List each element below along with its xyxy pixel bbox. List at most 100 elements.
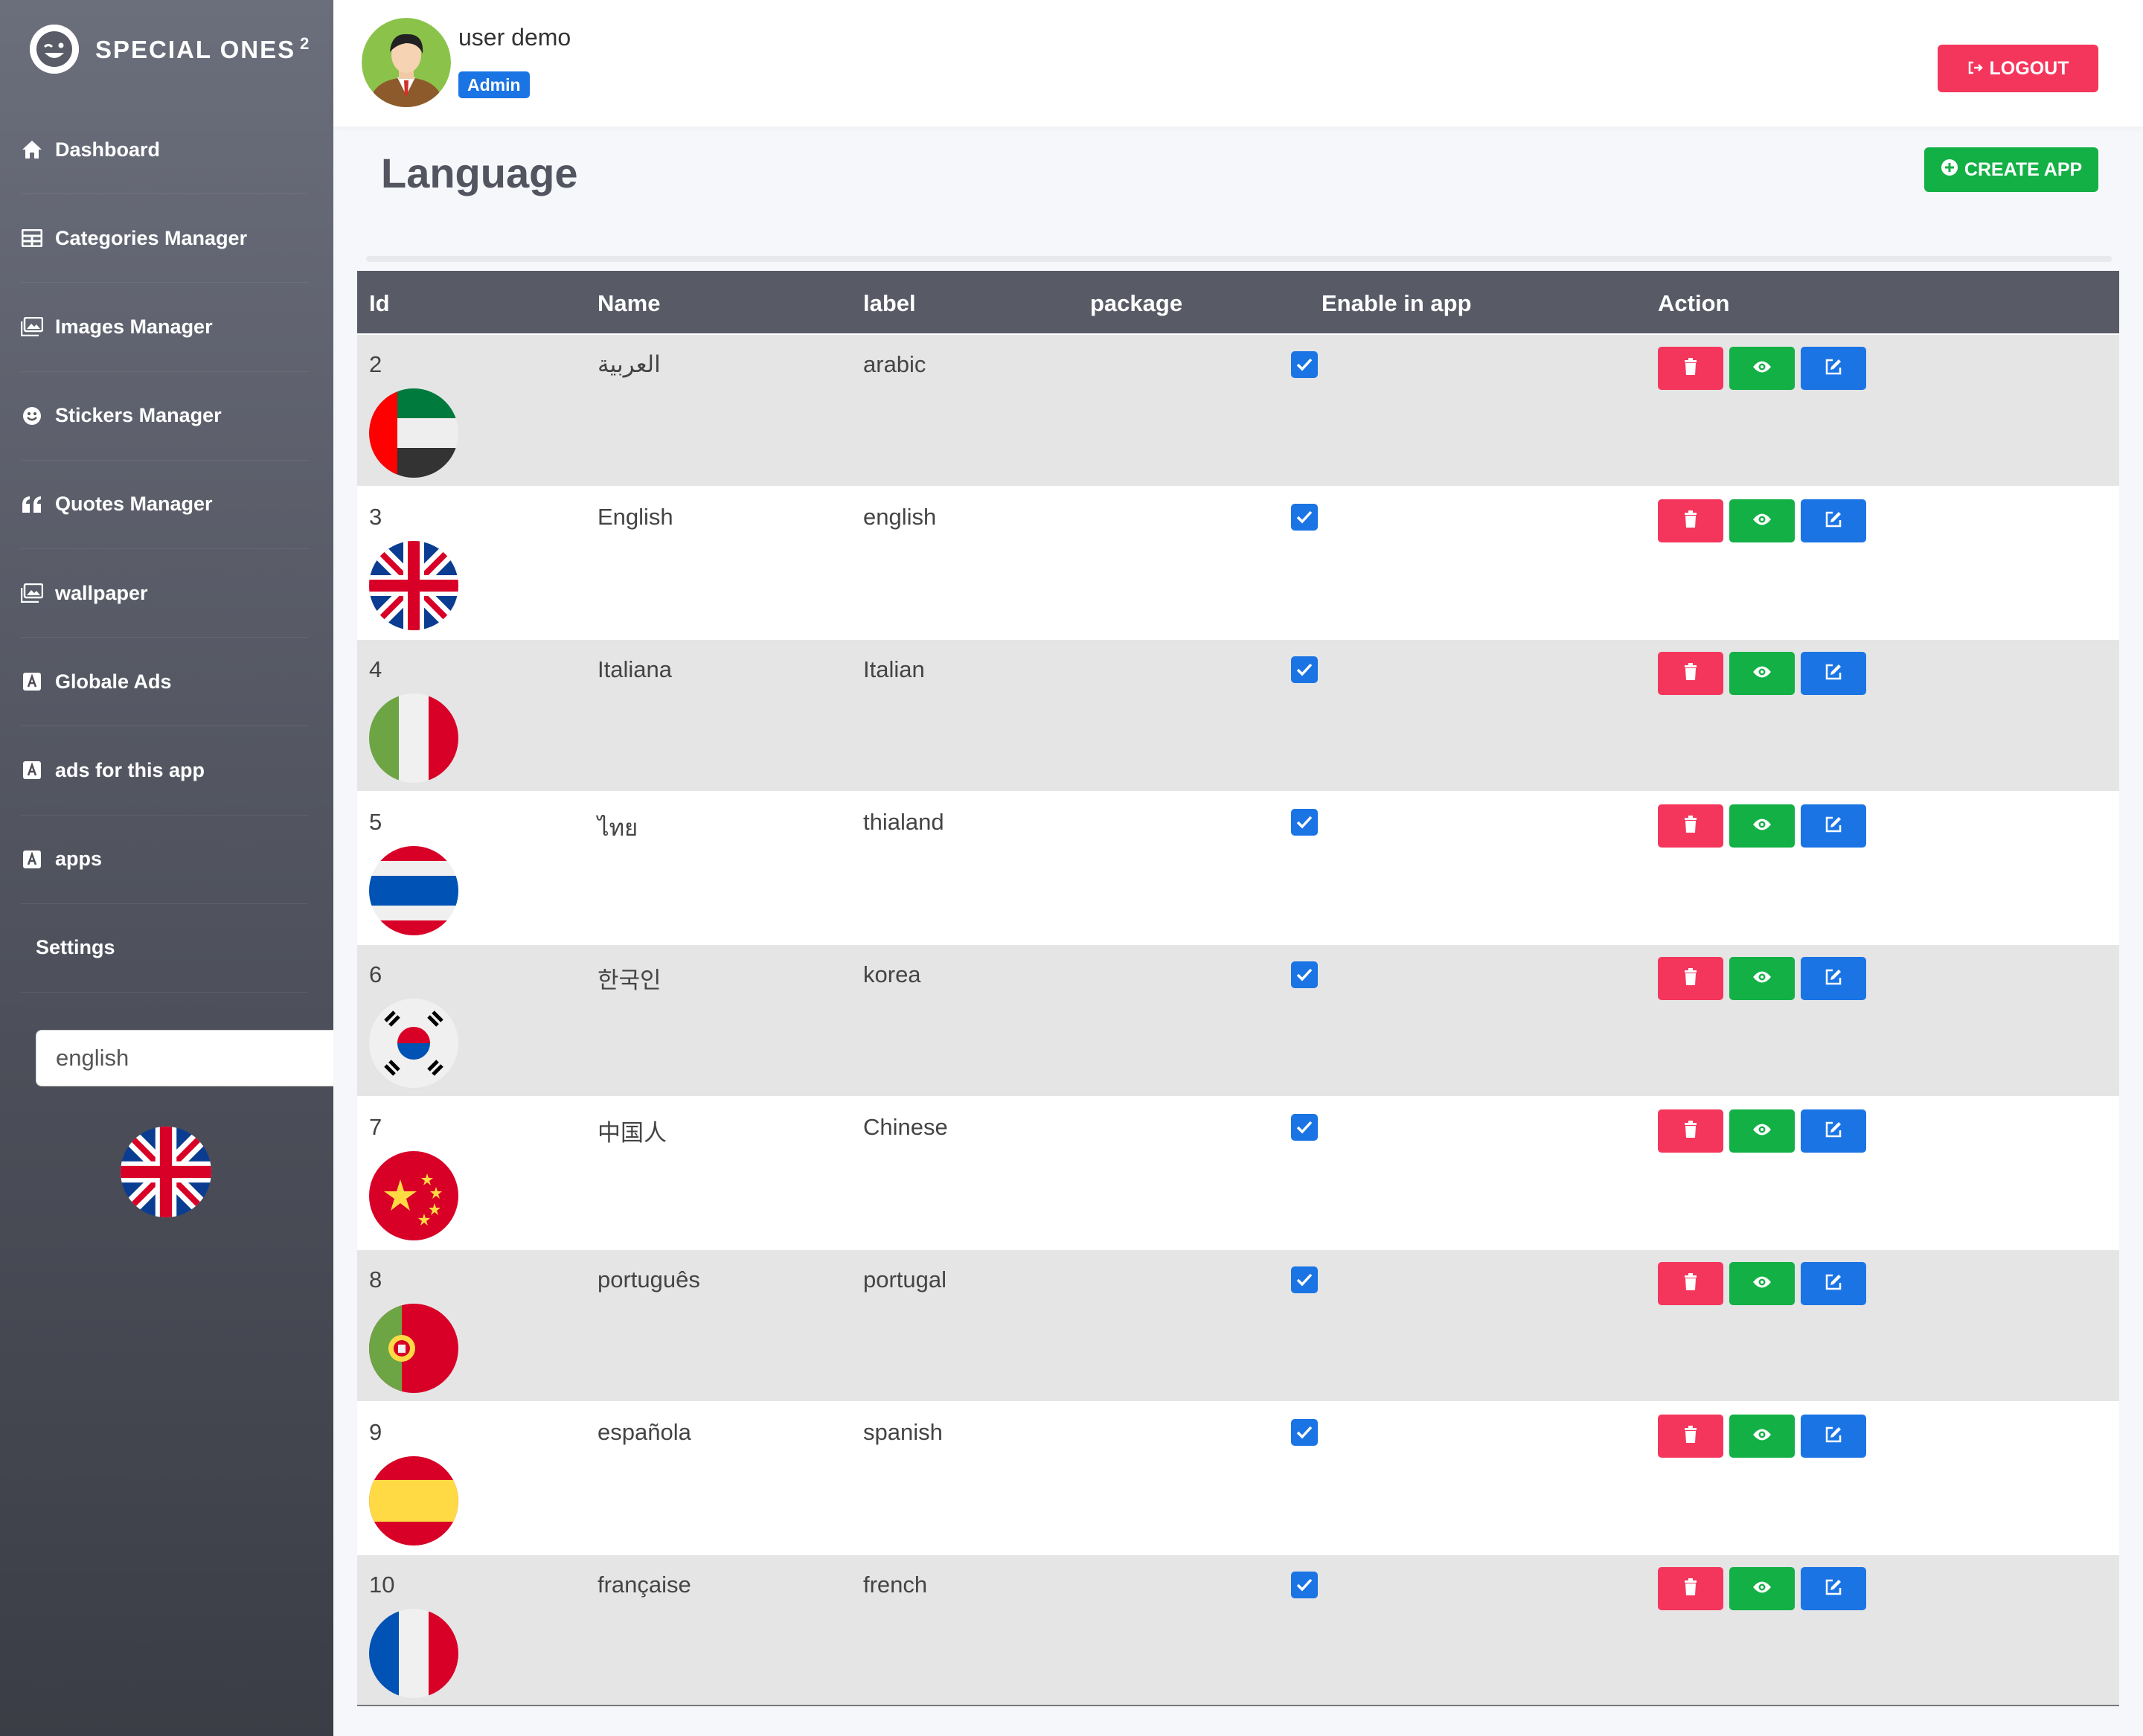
edit-icon xyxy=(1825,1121,1842,1142)
sidebar-item-apps[interactable]: apps xyxy=(21,816,308,904)
sidebar-nav: Dashboard Categories Manager Images Mana… xyxy=(21,106,308,993)
sidebar-item-dashboard[interactable]: Dashboard xyxy=(21,106,308,195)
cell-name: English xyxy=(598,504,673,530)
create-app-label: CREATE APP xyxy=(1964,158,2083,180)
row-actions xyxy=(1658,1567,1866,1610)
china-flag-icon xyxy=(369,1151,458,1240)
uae-flag-icon xyxy=(369,388,458,478)
enable-checkbox[interactable] xyxy=(1291,1266,1318,1293)
wink-logo-icon xyxy=(30,25,79,74)
column-header-id[interactable]: Id xyxy=(369,290,390,317)
enable-checkbox[interactable] xyxy=(1291,1114,1318,1141)
delete-button[interactable] xyxy=(1658,347,1723,390)
view-button[interactable] xyxy=(1729,1415,1795,1458)
edit-button[interactable] xyxy=(1801,1109,1866,1153)
sidebar-item-stickers[interactable]: Stickers Manager xyxy=(21,372,308,461)
cell-label: thialand xyxy=(863,809,944,835)
enable-checkbox[interactable] xyxy=(1291,504,1318,531)
ad-icon xyxy=(21,759,43,781)
edit-button[interactable] xyxy=(1801,1567,1866,1610)
edit-icon xyxy=(1825,968,1842,990)
table-row: 3 English english xyxy=(357,486,2119,638)
cell-id: 2 xyxy=(369,351,382,377)
delete-button[interactable] xyxy=(1658,1567,1723,1610)
edit-button[interactable] xyxy=(1801,804,1866,848)
eye-icon xyxy=(1752,513,1772,530)
language-select[interactable] xyxy=(36,1030,333,1086)
enable-checkbox[interactable] xyxy=(1291,961,1318,988)
sidebar-item-label: Images Manager xyxy=(55,315,213,338)
cell-name: française xyxy=(598,1572,691,1598)
view-button[interactable] xyxy=(1729,499,1795,542)
uk-flag-icon xyxy=(369,541,458,630)
enable-checkbox[interactable] xyxy=(1291,656,1318,683)
enable-checkbox[interactable] xyxy=(1291,1419,1318,1446)
ad-icon xyxy=(21,848,43,871)
sidebar-item-categories[interactable]: Categories Manager xyxy=(21,194,308,284)
sidebar-item-label: ads for this app xyxy=(55,758,205,781)
row-actions xyxy=(1658,499,1866,542)
delete-button[interactable] xyxy=(1658,1109,1723,1153)
delete-button[interactable] xyxy=(1658,1262,1723,1305)
column-header-label[interactable]: label xyxy=(863,290,916,317)
brand[interactable]: SPECIAL ONES 2 xyxy=(30,25,311,74)
cell-name: española xyxy=(598,1419,691,1445)
edit-button[interactable] xyxy=(1801,499,1866,542)
sidebar-item-images[interactable]: Images Manager xyxy=(21,283,308,372)
eye-icon xyxy=(1752,665,1772,682)
table-icon xyxy=(21,227,43,249)
view-button[interactable] xyxy=(1729,1262,1795,1305)
table-header: Id Name label package Enable in app Acti… xyxy=(357,271,2119,333)
view-button[interactable] xyxy=(1729,347,1795,390)
trash-icon xyxy=(1683,967,1698,990)
delete-button[interactable] xyxy=(1658,804,1723,848)
sidebar-item-settings[interactable]: Settings xyxy=(21,904,308,993)
eye-icon xyxy=(1752,818,1772,835)
view-button[interactable] xyxy=(1729,652,1795,695)
delete-button[interactable] xyxy=(1658,957,1723,1000)
edit-button[interactable] xyxy=(1801,1415,1866,1458)
view-button[interactable] xyxy=(1729,957,1795,1000)
eye-icon xyxy=(1752,1275,1772,1293)
row-actions xyxy=(1658,957,1866,1000)
edit-button[interactable] xyxy=(1801,347,1866,390)
edit-button[interactable] xyxy=(1801,957,1866,1000)
sidebar-item-quotes[interactable]: Quotes Manager xyxy=(21,461,308,549)
edit-icon xyxy=(1825,1578,1842,1600)
view-button[interactable] xyxy=(1729,1567,1795,1610)
row-actions xyxy=(1658,804,1866,848)
enable-checkbox[interactable] xyxy=(1291,1572,1318,1598)
table-row: 8 português portugal xyxy=(357,1249,2119,1401)
view-button[interactable] xyxy=(1729,1109,1795,1153)
sidebar-item-globale-ads[interactable]: Globale Ads xyxy=(21,638,308,727)
trash-icon xyxy=(1683,815,1698,837)
edit-button[interactable] xyxy=(1801,652,1866,695)
edit-button[interactable] xyxy=(1801,1262,1866,1305)
cell-id: 10 xyxy=(369,1572,395,1598)
column-header-name[interactable]: Name xyxy=(598,290,660,317)
logout-button[interactable]: LOGOUT xyxy=(1938,45,2098,92)
enable-checkbox[interactable] xyxy=(1291,351,1318,378)
create-app-button[interactable]: CREATE APP xyxy=(1924,147,2098,192)
view-button[interactable] xyxy=(1729,804,1795,848)
trash-icon xyxy=(1683,1272,1698,1295)
delete-button[interactable] xyxy=(1658,499,1723,542)
column-header-action[interactable]: Action xyxy=(1658,290,1729,317)
delete-button[interactable] xyxy=(1658,1415,1723,1458)
column-header-enable-in-app[interactable]: Enable in app xyxy=(1322,290,1472,317)
sidebar-item-wallpaper[interactable]: wallpaper xyxy=(21,549,308,638)
cell-name: português xyxy=(598,1266,700,1293)
cell-id: 4 xyxy=(369,656,382,682)
sidebar-item-label: Settings xyxy=(36,936,115,959)
trash-icon xyxy=(1683,1120,1698,1142)
enable-checkbox[interactable] xyxy=(1291,809,1318,836)
sidebar-item-label: wallpaper xyxy=(55,581,148,604)
brand-title: SPECIAL ONES 2 xyxy=(95,34,311,63)
avatar[interactable] xyxy=(362,18,451,107)
sidebar-item-ads-for-this-app[interactable]: ads for this app xyxy=(21,726,308,816)
column-header-package[interactable]: package xyxy=(1090,290,1182,317)
ad-icon xyxy=(21,670,43,693)
cell-id: 6 xyxy=(369,961,382,987)
delete-button[interactable] xyxy=(1658,652,1723,695)
quote-icon xyxy=(21,493,43,516)
